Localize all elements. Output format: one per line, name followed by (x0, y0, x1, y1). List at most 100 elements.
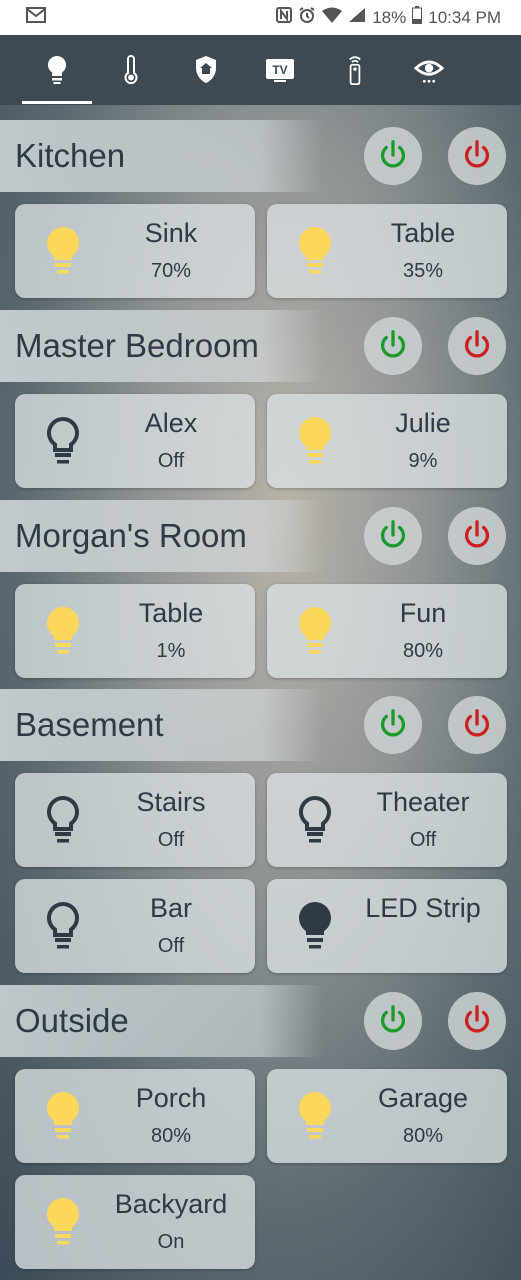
light-card[interactable]: Sink 70% (15, 204, 255, 298)
light-state: 80% (150, 1125, 192, 1147)
battery-percent: 18% (372, 7, 407, 27)
light-card[interactable]: LED Strip (267, 879, 507, 973)
light-card[interactable]: Fun 80% (267, 584, 507, 678)
light-name: Table (138, 598, 204, 628)
light-name: Bar (149, 893, 193, 923)
light-state: On (157, 1231, 185, 1253)
room-header: Basement (0, 689, 521, 761)
bulb-icon (47, 1198, 79, 1245)
power-icon (381, 330, 405, 358)
light-card[interactable]: Garage 80% (267, 1069, 507, 1163)
room-on-button[interactable] (364, 317, 422, 375)
light-name: LED Strip (365, 893, 481, 923)
mail-icon (26, 7, 46, 28)
tab-lights[interactable] (22, 35, 92, 105)
power-icon (465, 140, 489, 168)
light-state: 1% (156, 640, 186, 662)
light-state: 35% (402, 260, 444, 282)
power-icon (381, 1005, 405, 1033)
tab-bar: TV (0, 35, 521, 105)
battery-icon (412, 6, 423, 29)
bulb-outline-icon (47, 416, 79, 464)
light-name: Porch (135, 1083, 207, 1113)
status-bar: 18% 10:34 PM (0, 0, 521, 35)
light-card[interactable]: Julie 9% (267, 394, 507, 488)
bulb-icon (47, 227, 79, 274)
room-on-button[interactable] (364, 696, 422, 754)
light-card[interactable]: Porch 80% (15, 1069, 255, 1163)
power-icon (465, 330, 489, 358)
room-on-button[interactable] (364, 992, 422, 1050)
room-title: Morgan's Room (15, 517, 247, 554)
light-card[interactable]: Table 35% (267, 204, 507, 298)
eye-icon (414, 60, 444, 83)
svg-text:TV: TV (272, 63, 287, 77)
light-card[interactable]: Alex Off (15, 394, 255, 488)
light-state: 80% (402, 1125, 444, 1147)
light-state: 70% (150, 260, 192, 282)
tab-media[interactable]: TV (245, 35, 315, 105)
power-icon (381, 140, 405, 168)
room-off-button[interactable] (448, 507, 506, 565)
light-state: 80% (402, 640, 444, 662)
room-on-button[interactable] (364, 127, 422, 185)
room-title: Kitchen (15, 137, 126, 174)
tab-climate[interactable] (96, 35, 166, 105)
room-off-button[interactable] (448, 317, 506, 375)
shield-home-icon (196, 56, 216, 83)
alarm-icon (298, 6, 316, 29)
room-header: Outside (0, 985, 521, 1057)
bulb-icon (47, 607, 79, 654)
room-off-button[interactable] (448, 127, 506, 185)
light-card[interactable]: Theater Off (267, 773, 507, 867)
signal-icon (348, 7, 366, 28)
tv-icon: TV (266, 59, 294, 82)
light-card[interactable]: Bar Off (15, 879, 255, 973)
bulb-outline-icon (299, 795, 331, 843)
tab-camera[interactable] (394, 35, 464, 105)
light-state: Off (157, 935, 185, 957)
bulb-icon (299, 1092, 331, 1139)
light-state: 9% (408, 450, 438, 472)
light-state: Off (409, 829, 437, 851)
tab-security[interactable] (171, 35, 241, 105)
light-name: Backyard (114, 1189, 228, 1219)
light-name: Fun (399, 598, 447, 628)
room-title: Master Bedroom (15, 327, 259, 364)
nfc-icon (276, 7, 293, 28)
bulb-icon (299, 902, 331, 949)
power-icon (465, 709, 489, 737)
room-header: Kitchen (0, 120, 521, 192)
light-card[interactable]: Stairs Off (15, 773, 255, 867)
room-title: Basement (15, 706, 164, 743)
remote-icon (349, 56, 361, 85)
room-off-button[interactable] (448, 696, 506, 754)
light-name: Table (390, 218, 456, 248)
bulb-outline-icon (47, 795, 79, 843)
light-name: Theater (376, 787, 470, 817)
power-icon (465, 520, 489, 548)
power-icon (381, 520, 405, 548)
light-name: Garage (377, 1083, 469, 1113)
active-tab-indicator (22, 101, 92, 104)
bulb-icon (47, 1092, 79, 1139)
light-state: Off (157, 829, 185, 851)
light-card[interactable]: Table 1% (15, 584, 255, 678)
thermometer-icon (124, 55, 138, 85)
tab-remote[interactable] (320, 35, 390, 105)
light-card[interactable]: Backyard On (15, 1175, 255, 1269)
bulb-icon (299, 607, 331, 654)
room-off-button[interactable] (448, 992, 506, 1050)
room-on-button[interactable] (364, 507, 422, 565)
light-name: Sink (144, 218, 198, 248)
bulb-icon (299, 417, 331, 464)
power-icon (465, 1005, 489, 1033)
clock-time: 10:34 PM (428, 7, 501, 27)
light-name: Julie (395, 408, 451, 438)
light-name: Alex (144, 408, 198, 438)
light-state: Off (157, 450, 185, 472)
wifi-icon (322, 7, 343, 28)
bulb-outline-icon (47, 901, 79, 949)
room-header: Morgan's Room (0, 500, 521, 572)
bulb-icon (47, 55, 67, 84)
